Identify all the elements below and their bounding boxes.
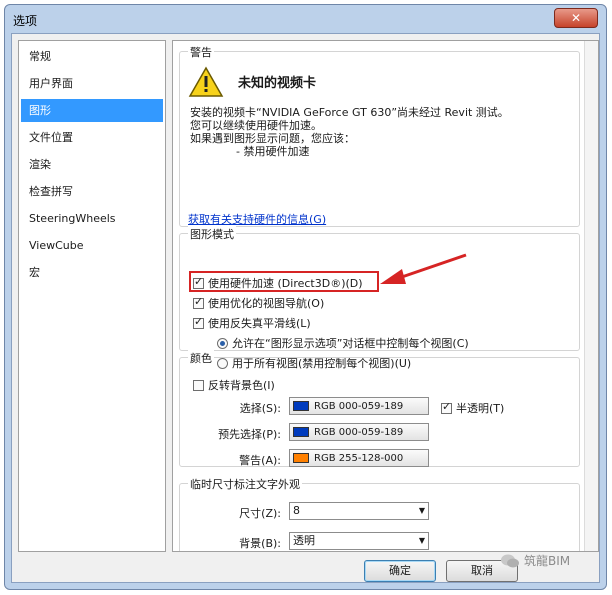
temp-dim-group-title: 临时尺寸标注文字外观 xyxy=(188,476,302,492)
antialias-checkbox-row[interactable]: 使用反失真平滑线(L) xyxy=(193,315,311,331)
ok-button[interactable]: 确定 xyxy=(364,560,436,582)
preselection-color-value: RGB 000-059-189 xyxy=(314,426,404,438)
warning-group: 警告 未知的视频卡 安装的视频卡“NVIDIA GeForce GT 630”尚… xyxy=(179,44,580,227)
close-button[interactable]: ✕ xyxy=(554,8,598,28)
antialias-label: 使用反失真平滑线(L) xyxy=(208,317,311,330)
selection-color-label: 选择(S): xyxy=(239,402,281,415)
radio-allow-per-view[interactable] xyxy=(217,337,228,349)
background-value: 透明 xyxy=(293,534,315,547)
antialias-checkbox[interactable] xyxy=(193,315,204,329)
alert-swatch xyxy=(293,453,309,463)
category-list: 常规 用户界面 图形 文件位置 渲染 检查拼写 SteeringWheels V… xyxy=(18,40,166,552)
size-value: 8 xyxy=(293,504,300,517)
invert-bg-row[interactable]: 反转背景色(I) xyxy=(193,377,275,393)
colors-group-title: 颜色 xyxy=(188,350,214,366)
preselection-color-label: 预先选择(P): xyxy=(218,428,281,441)
chevron-down-icon: ▼ xyxy=(418,536,425,545)
nav-item-graphics[interactable]: 图形 xyxy=(21,99,163,122)
window-title: 选项 xyxy=(13,14,38,28)
preselection-color-button[interactable]: RGB 000-059-189 xyxy=(289,423,429,441)
size-combobox[interactable]: 8 ▼ xyxy=(289,502,429,520)
semi-transparent-row[interactable]: 半透明(T) xyxy=(441,400,504,416)
background-combobox[interactable]: 透明 ▼ xyxy=(289,532,429,550)
options-dialog: 选项 ✕ 常规 用户界面 图形 文件位置 渲染 检查拼写 SteeringWhe… xyxy=(4,4,607,590)
nav-item-user-interface[interactable]: 用户界面 xyxy=(21,72,163,95)
watermark-text: 筑龍BIM xyxy=(524,554,571,568)
graphics-mode-group: 图形模式 xyxy=(179,226,580,351)
selection-color-button[interactable]: RGB 000-059-189 xyxy=(289,397,429,415)
red-arrow-icon xyxy=(380,253,467,284)
settings-panel: 警告 未知的视频卡 安装的视频卡“NVIDIA GeForce GT 630”尚… xyxy=(172,40,599,552)
wechat-icon xyxy=(501,554,519,567)
selection-swatch xyxy=(293,401,309,411)
nav-item-spelling[interactable]: 检查拼写 xyxy=(21,180,163,203)
nav-item-rendering[interactable]: 渲染 xyxy=(21,153,163,176)
red-highlight-box xyxy=(189,271,379,292)
invert-bg-label: 反转背景色(I) xyxy=(208,379,275,392)
invert-bg-checkbox[interactable] xyxy=(193,379,204,391)
radio-allow-row[interactable]: 允许在“图形显示选项”对话框中控制每个视图(C) xyxy=(217,335,469,351)
optimized-nav-checkbox[interactable] xyxy=(193,295,204,309)
vertical-scrollbar[interactable] xyxy=(584,41,598,551)
chevron-down-icon: ▼ xyxy=(418,506,425,515)
nav-item-viewcube[interactable]: ViewCube xyxy=(21,234,163,257)
optimized-nav-checkbox-row[interactable]: 使用优化的视图导航(O) xyxy=(193,295,324,311)
warning-group-title: 警告 xyxy=(188,44,214,60)
dialog-client: 常规 用户界面 图形 文件位置 渲染 检查拼写 SteeringWheels V… xyxy=(11,33,600,583)
preselection-swatch xyxy=(293,427,309,437)
alert-color-label: 警告(A): xyxy=(239,454,281,467)
warning-heading: 未知的视频卡 xyxy=(238,76,317,91)
hardware-info-link[interactable]: 获取有关支持硬件的信息(G) xyxy=(188,211,326,227)
nav-item-general[interactable]: 常规 xyxy=(21,45,163,68)
nav-item-steeringwheels[interactable]: SteeringWheels xyxy=(21,207,163,230)
graphics-mode-title: 图形模式 xyxy=(188,226,236,242)
alert-color-button[interactable]: RGB 255-128-000 xyxy=(289,449,429,467)
background-label: 背景(B): xyxy=(239,537,281,550)
semi-transparent-label: 半透明(T) xyxy=(456,402,505,415)
warning-line-4: - 禁用硬件加速 xyxy=(236,145,310,158)
alert-color-value: RGB 255-128-000 xyxy=(314,452,404,464)
size-label: 尺寸(Z): xyxy=(239,507,281,520)
radio-allow-label: 允许在“图形显示选项”对话框中控制每个视图(C) xyxy=(232,337,469,350)
title-bar[interactable]: 选项 ✕ xyxy=(5,5,606,33)
nav-item-file-locations[interactable]: 文件位置 xyxy=(21,126,163,149)
optimized-nav-label: 使用优化的视图导航(O) xyxy=(208,297,325,310)
watermark: 筑龍BIM xyxy=(500,552,570,569)
nav-item-macros[interactable]: 宏 xyxy=(21,261,163,284)
selection-color-value: RGB 000-059-189 xyxy=(314,400,404,412)
semi-transparent-checkbox[interactable] xyxy=(441,400,452,414)
warning-triangle-icon xyxy=(188,66,224,97)
